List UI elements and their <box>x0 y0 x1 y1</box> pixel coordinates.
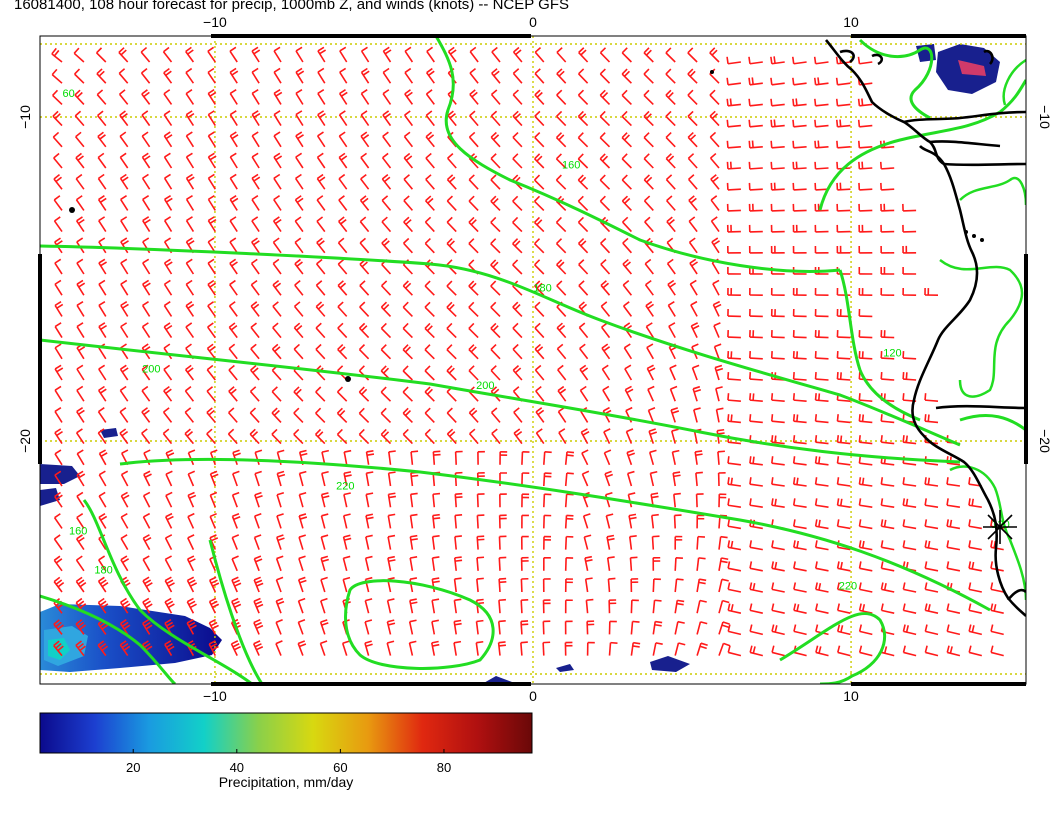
lat-tick-label-right: −20 <box>1037 429 1053 453</box>
colorbar-gradient <box>39 712 533 754</box>
colorbar-tick-label: 80 <box>437 760 451 775</box>
colorbar-tick-label: 20 <box>126 760 140 775</box>
lat-tick-label-left: −20 <box>17 429 33 453</box>
contour-label: 220 <box>839 581 857 593</box>
contour-label: 220 <box>336 480 354 492</box>
contour-label: 200 <box>476 380 494 392</box>
border-path <box>935 404 1026 410</box>
lon-tick-label-top: 0 <box>529 14 537 30</box>
lat-tick-label-right: −10 <box>1037 105 1053 129</box>
precip-colorbar: 20 40 60 80 <box>39 712 533 775</box>
lon-tick-label-bottom: −10 <box>203 688 227 704</box>
contour-label: 160 <box>69 526 87 538</box>
lon-tick-label-bottom: 10 <box>843 688 859 704</box>
contour-label: 200 <box>142 364 160 376</box>
border-path <box>943 162 1026 167</box>
lon-tick-label-bottom: 0 <box>529 688 537 704</box>
contour-label: 160 <box>562 160 580 172</box>
station-star-marker <box>983 510 1017 544</box>
weather-map-figure: 6012016018020020022022016018012010012012… <box>17 14 1053 775</box>
colorbar-tick-label: 60 <box>333 760 347 775</box>
contour-label: 60 <box>63 88 75 100</box>
colorbar-tick-label: 40 <box>230 760 244 775</box>
lon-tick-label-top: −10 <box>203 14 227 30</box>
contour-label: 180 <box>94 565 112 577</box>
lon-tick-label-top: 10 <box>843 14 859 30</box>
contour-label: 100 <box>995 14 1013 26</box>
colorbar-label: Precipitation, mm/day <box>218 774 354 790</box>
contour-label: 120 <box>883 347 901 359</box>
contour-label: 180 <box>533 283 551 295</box>
lat-tick-label-left: −10 <box>17 105 33 129</box>
